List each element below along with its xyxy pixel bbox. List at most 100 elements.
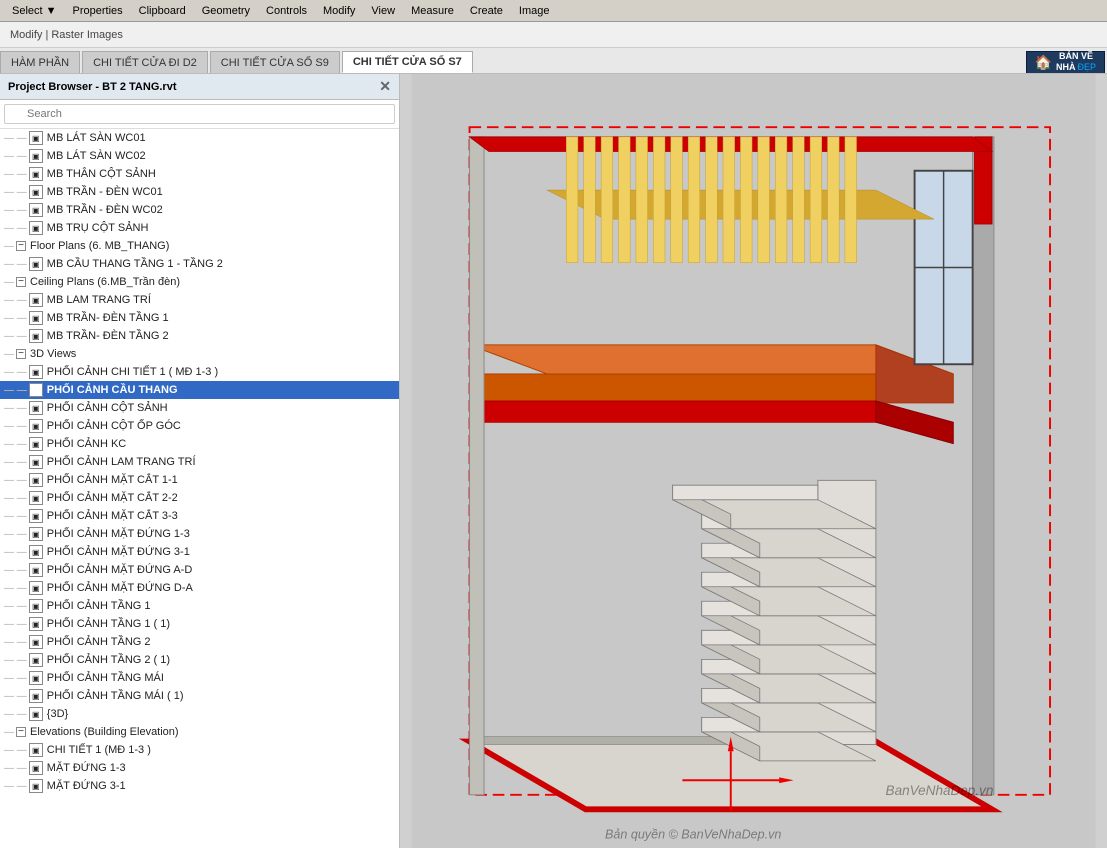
- tree-item[interactable]: — — ▣PHỐI CẢNH TẦNG 2 ( 1): [0, 651, 399, 669]
- tree-item-label: PHỐI CẢNH TẦNG MÁI ( 1): [47, 690, 184, 702]
- view-icon: ▣: [29, 149, 43, 163]
- menu-clipboard[interactable]: Clipboard: [131, 3, 194, 19]
- tree-item[interactable]: — — ▣PHỐI CẢNH TẦNG MÁI: [0, 669, 399, 687]
- svg-text:Bản quyền © BanVeNhaDep.vn: Bản quyền © BanVeNhaDep.vn: [605, 827, 781, 841]
- tree-item[interactable]: — — ▣PHỐI CẢNH MẶT ĐỨNG 3-1: [0, 543, 399, 561]
- tree-item-label: PHỐI CẢNH MẶT ĐỨNG 1-3: [47, 528, 190, 540]
- main-area: Project Browser - BT 2 TANG.rvt ✕ 🔍 — — …: [0, 74, 1107, 848]
- tab-chi-tiet-cua-so-s7[interactable]: CHI TIẾT CỬA SỔ S7: [342, 51, 473, 73]
- tree-item[interactable]: — — ▣PHỐI CẢNH TẦNG MÁI ( 1): [0, 687, 399, 705]
- tree-item[interactable]: — — ▣PHỐI CẢNH KC: [0, 435, 399, 453]
- viewport[interactable]: BanVeNhaDep.vn Bản quyền © BanVeNhaDep.v…: [400, 74, 1107, 848]
- tree-item-label: PHỐI CẢNH TẦNG 2 ( 1): [47, 654, 170, 666]
- tree-dash: — —: [4, 223, 27, 234]
- tree-item[interactable]: — — ▣MẶT ĐỨNG 3-1: [0, 777, 399, 795]
- tab-ham-phan[interactable]: HÀM PHẦN: [0, 51, 80, 73]
- tree-item[interactable]: — — ▣PHỐI CẢNH MẶT ĐỨNG D-A: [0, 579, 399, 597]
- tree-item[interactable]: — — ▣MB TRẦN- ĐÈN TẦNG 2: [0, 327, 399, 345]
- tree-item[interactable]: — — ▣PHỐI CẢNH MẶT CẮT 1-1: [0, 471, 399, 489]
- tree-dash: — —: [4, 745, 27, 756]
- tree-item[interactable]: — — ▣CHI TIẾT 1 (MĐ 1-3 ): [0, 741, 399, 759]
- view-icon: ▣: [29, 491, 43, 505]
- sidebar-close-button[interactable]: ✕: [379, 78, 391, 95]
- tree-item[interactable]: — −Ceiling Plans (6.MB_Trần đèn): [0, 273, 399, 291]
- tree-item[interactable]: — — ▣MB LÁT SÀN WC01: [0, 129, 399, 147]
- tree-item[interactable]: — — ▣ PHỐI CẢNH MẶT CẮT 2-2: [0, 489, 399, 507]
- view-icon: ▣: [29, 221, 43, 235]
- view-icon: ▣: [29, 437, 43, 451]
- tree-dash: — —: [4, 673, 27, 684]
- tree-item[interactable]: — — ▣PHỐI CẢNH CỘT ỐP GÓC: [0, 417, 399, 435]
- tree-item-label: Ceiling Plans (6.MB_Trần đèn): [30, 276, 180, 288]
- tree-item-label: Elevations (Building Elevation): [30, 726, 179, 738]
- tree-item[interactable]: — — ▣PHỐI CẢNH CẦU THANG: [0, 381, 399, 399]
- tree-item[interactable]: — — ▣MẶT ĐỨNG 1-3: [0, 759, 399, 777]
- tree-item[interactable]: — — ▣PHỐI CẢNH CỘT SẢNH: [0, 399, 399, 417]
- menu-properties[interactable]: Properties: [65, 3, 131, 19]
- tree-dash: — —: [4, 475, 27, 486]
- tree-item[interactable]: — — ▣{3D}: [0, 705, 399, 723]
- view-icon: ▣: [29, 401, 43, 415]
- menu-create[interactable]: Create: [462, 3, 511, 19]
- tree-item-label: MB TRẦN - ĐÈN WC01: [47, 186, 163, 198]
- tree-item[interactable]: — — ▣MB TRẦN - ĐÈN WC01: [0, 183, 399, 201]
- tree-dash: — —: [4, 583, 27, 594]
- tree-item-label: PHỐI CẢNH TẦNG 2: [47, 636, 151, 648]
- collapse-icon[interactable]: −: [16, 727, 26, 737]
- collapse-icon[interactable]: −: [16, 349, 26, 359]
- view-icon: ▣: [29, 329, 43, 343]
- tree-item[interactable]: — — ▣MB CẦU THANG TẦNG 1 - TẦNG 2: [0, 255, 399, 273]
- menu-measure[interactable]: Measure: [403, 3, 462, 19]
- collapse-icon[interactable]: −: [16, 241, 26, 251]
- tree-item-label: PHỐI CẢNH TẦNG 1 ( 1): [47, 618, 170, 630]
- tree-area[interactable]: — — ▣MB LÁT SÀN WC01— — ▣MB LÁT SÀN WC02…: [0, 129, 399, 848]
- tree-dash: — —: [4, 187, 27, 198]
- menu-select[interactable]: Select ▼: [4, 3, 65, 19]
- tree-dash: — —: [4, 637, 27, 648]
- tree-item[interactable]: — — ▣PHỐI CẢNH TẦNG 2: [0, 633, 399, 651]
- tree-dash: — —: [4, 493, 27, 504]
- view-icon: ▣: [29, 203, 43, 217]
- tree-item[interactable]: — — ▣ PHỐI CẢNH MẶT CẮT 3-3: [0, 507, 399, 525]
- tree-dash: — —: [4, 439, 27, 450]
- tree-item[interactable]: — — ▣PHỐI CẢNH MẶT ĐỨNG A-D: [0, 561, 399, 579]
- search-input[interactable]: [4, 104, 395, 124]
- tree-item[interactable]: — — ▣PHỐI CẢNH CHI TIẾT 1 ( MĐ 1-3 ): [0, 363, 399, 381]
- tree-item[interactable]: — — ▣MB THÂN CỘT SẢNH: [0, 165, 399, 183]
- tab-chi-tiet-cua-so-s9[interactable]: CHI TIẾT CỬA SỔ S9: [210, 51, 340, 73]
- menu-modify[interactable]: Modify: [315, 3, 363, 19]
- tree-dash: — —: [4, 601, 27, 612]
- menu-controls[interactable]: Controls: [258, 3, 315, 19]
- tree-item[interactable]: — −Floor Plans (6. MB_THANG): [0, 237, 399, 255]
- tree-item[interactable]: — — ▣MB LAM TRANG TRÍ: [0, 291, 399, 309]
- view-icon: ▣: [29, 383, 43, 397]
- tree-item[interactable]: — −Elevations (Building Elevation): [0, 723, 399, 741]
- menu-view[interactable]: View: [363, 3, 403, 19]
- tree-item[interactable]: — — ▣MB TRẦN- ĐÈN TẦNG 1: [0, 309, 399, 327]
- view-icon: ▣: [29, 509, 43, 523]
- tree-item-label: PHỐI CẢNH MẶT CẮT 2-2: [47, 492, 178, 504]
- tab-chi-tiet-cua-di[interactable]: CHI TIẾT CỬA ĐI D2: [82, 51, 208, 73]
- tree-item[interactable]: — −3D Views: [0, 345, 399, 363]
- tree-item[interactable]: — — ▣MB TRẦN - ĐÈN WC02: [0, 201, 399, 219]
- tree-item[interactable]: — — ▣MB LÁT SÀN WC02: [0, 147, 399, 165]
- view-icon: ▣: [29, 653, 43, 667]
- tree-dash: — —: [4, 709, 27, 720]
- tree-item[interactable]: — — ▣PHỐI CẢNH LAM TRANG TRÍ: [0, 453, 399, 471]
- tree-item[interactable]: — — ▣MB TRỤ CỘT SẢNH: [0, 219, 399, 237]
- tree-item[interactable]: — — ▣PHỐI CẢNH MẶT ĐỨNG 1-3: [0, 525, 399, 543]
- tree-dash: — —: [4, 691, 27, 702]
- tree-dash: — —: [4, 133, 27, 144]
- logo-line1: BẢN VẼ: [1056, 52, 1096, 62]
- menu-geometry[interactable]: Geometry: [194, 3, 258, 19]
- tree-item-label: PHỐI CẢNH MẶT CẮT 3-3: [47, 510, 178, 522]
- tree-dash: — —: [4, 529, 27, 540]
- view-icon: ▣: [29, 167, 43, 181]
- tree-item[interactable]: — — ▣PHỐI CẢNH TẦNG 1 ( 1): [0, 615, 399, 633]
- collapse-icon[interactable]: −: [16, 277, 26, 287]
- menu-image[interactable]: Image: [511, 3, 558, 19]
- view-icon: ▣: [29, 473, 43, 487]
- tree-dash: — —: [4, 511, 27, 522]
- tree-item[interactable]: — — ▣PHỐI CẢNH TẦNG 1: [0, 597, 399, 615]
- view-icon: ▣: [29, 563, 43, 577]
